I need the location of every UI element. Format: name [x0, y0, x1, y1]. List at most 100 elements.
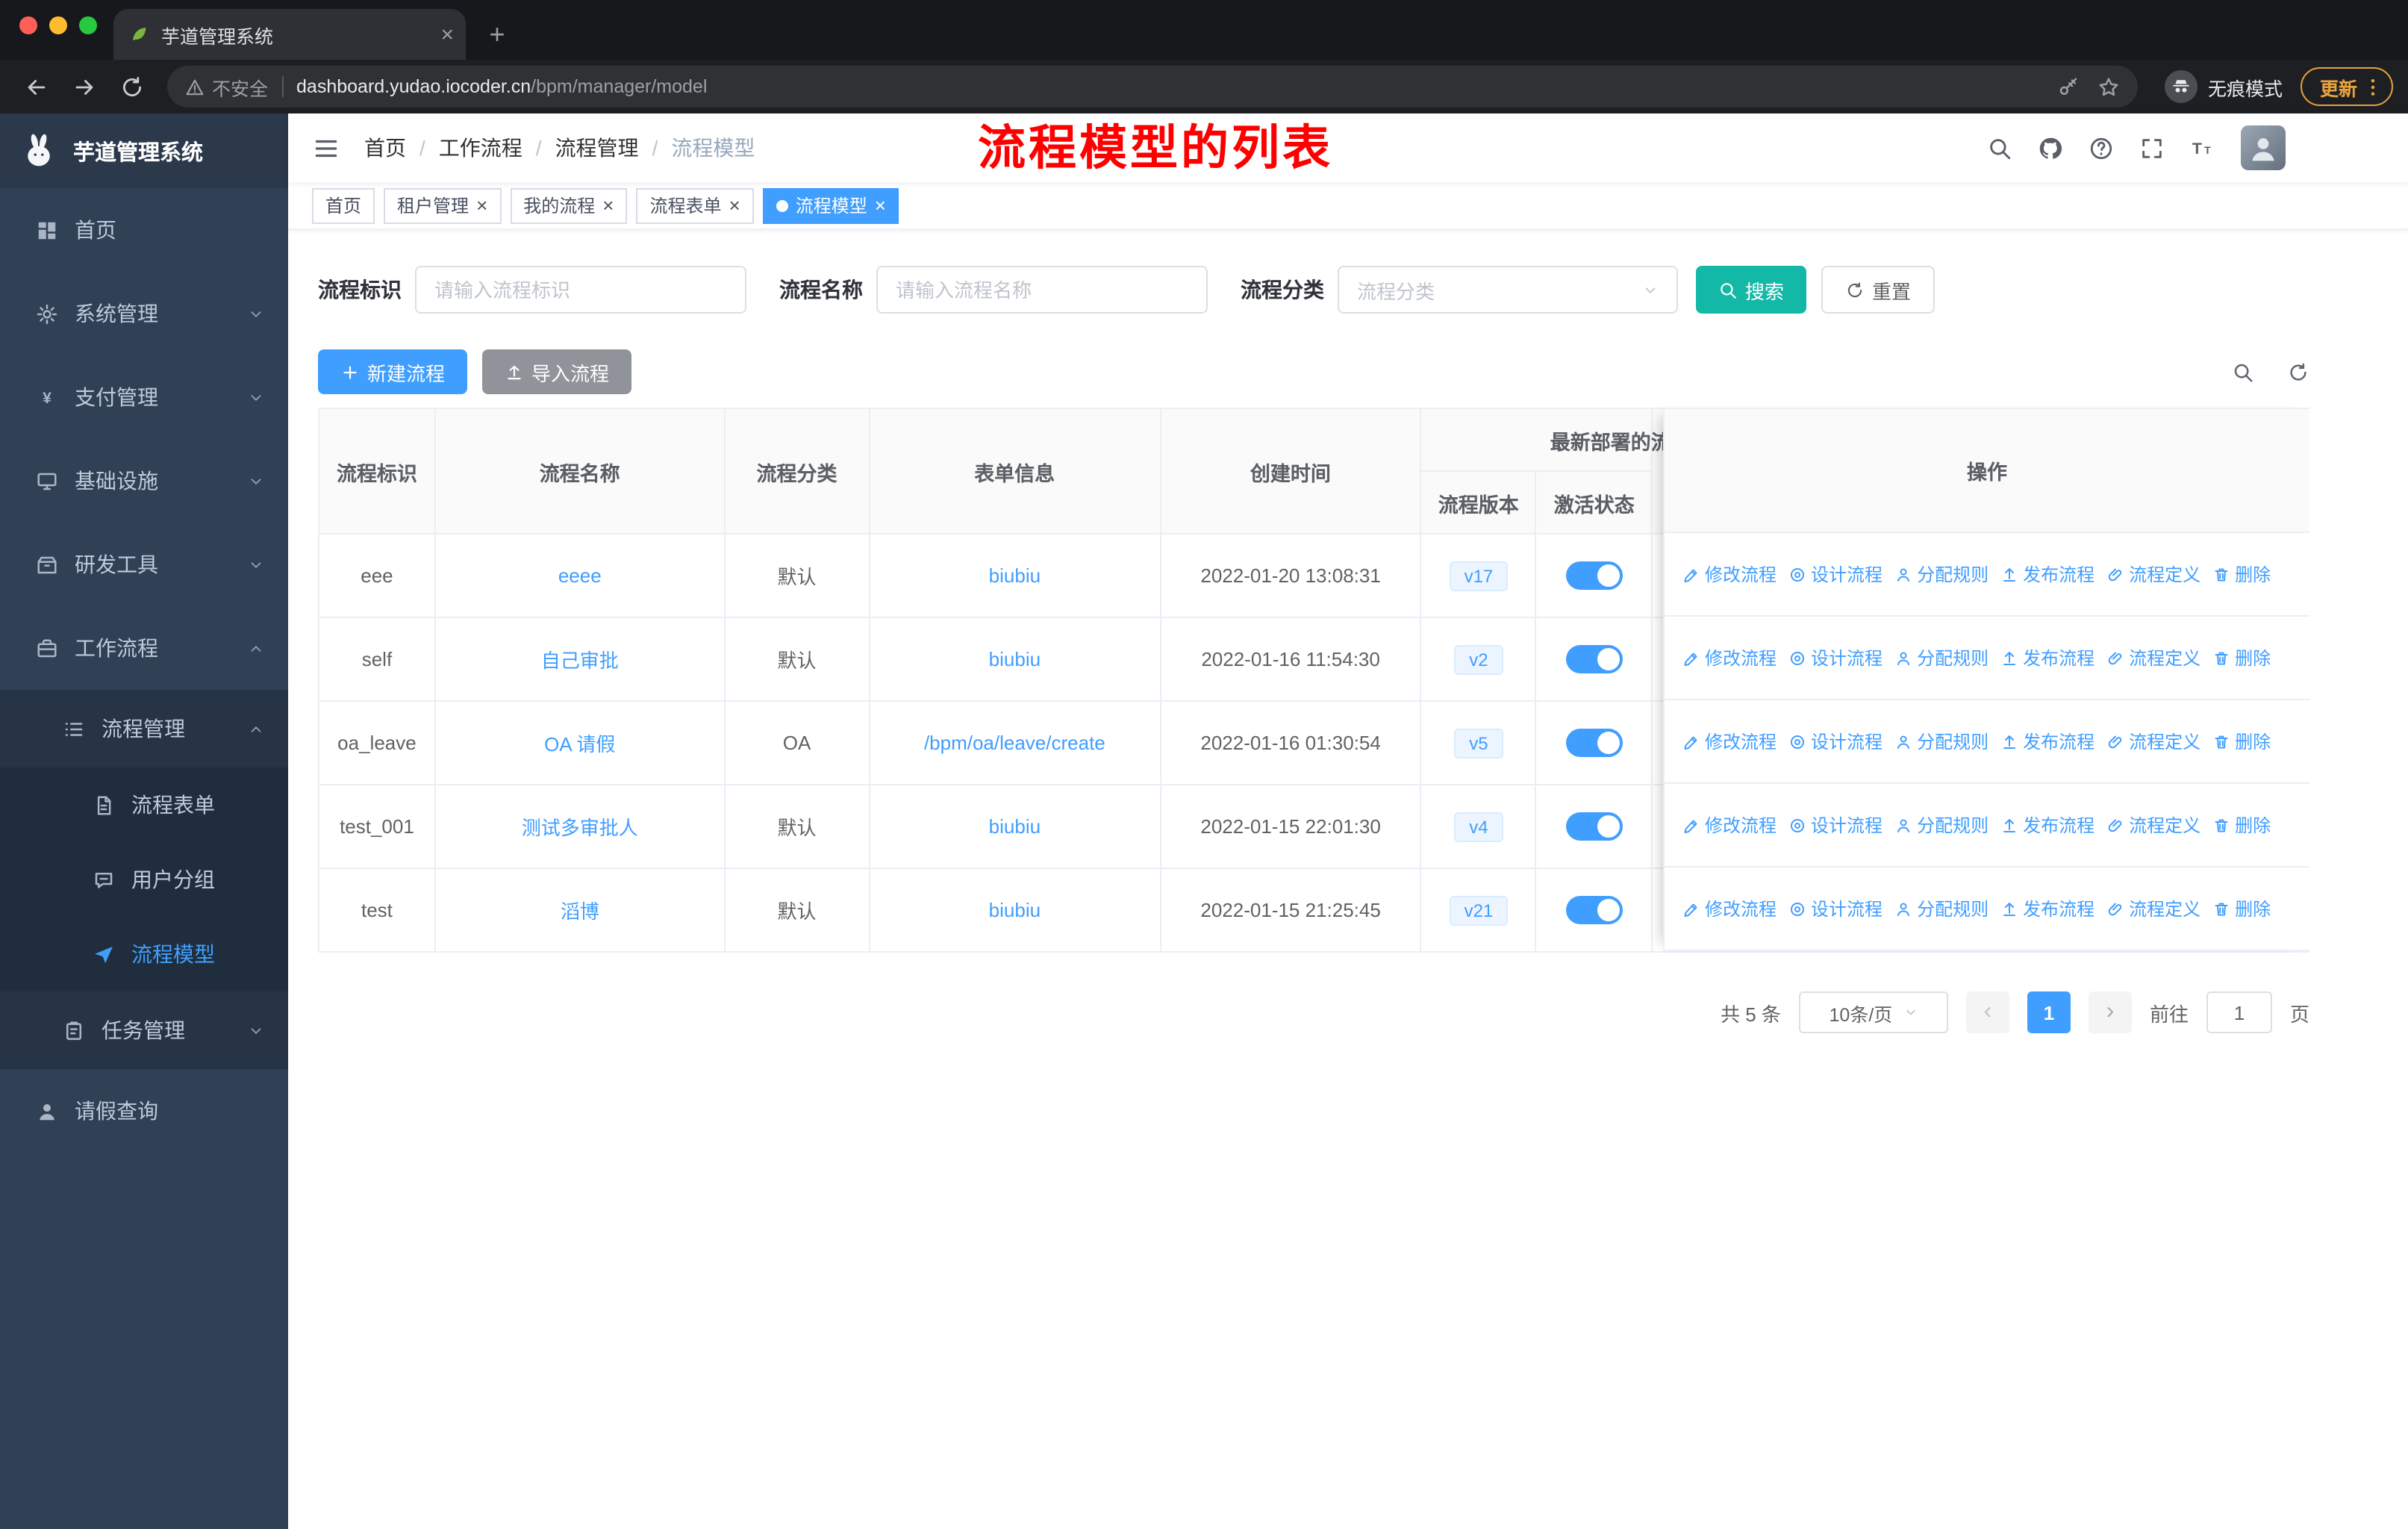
next-page-button[interactable]: ›: [2088, 991, 2132, 1033]
form-info-link[interactable]: biubiu: [989, 564, 1041, 587]
tag-item[interactable]: 我的流程 ×: [510, 187, 628, 223]
model-name-link[interactable]: 测试多审批人: [522, 812, 638, 841]
action-assign-rule[interactable]: 分配规则: [1894, 896, 1989, 921]
active-toggle[interactable]: [1565, 812, 1623, 841]
action-publish-flow[interactable]: 发布流程: [2000, 561, 2094, 587]
sidebar-item-process-form[interactable]: 流程表单: [0, 767, 288, 842]
refresh-table-icon[interactable]: [2287, 361, 2309, 383]
action-flow-definition[interactable]: 流程定义: [2106, 729, 2200, 754]
sidebar-item-process-mgmt[interactable]: 流程管理: [0, 690, 288, 767]
active-toggle[interactable]: [1565, 645, 1623, 673]
action-assign-rule[interactable]: 分配规则: [1894, 645, 1989, 670]
action-publish-flow[interactable]: 发布流程: [2000, 896, 2094, 921]
action-edit-flow[interactable]: 修改流程: [1682, 896, 1777, 921]
action-delete[interactable]: 删除: [2212, 561, 2271, 587]
search-toggle-icon[interactable]: [2232, 361, 2254, 383]
breadcrumb-item[interactable]: 流程管理: [555, 133, 639, 163]
browser-menu-icon[interactable]: [2362, 75, 2384, 98]
sidebar-item-home[interactable]: 首页: [0, 188, 288, 272]
fullscreen-icon[interactable]: [2139, 135, 2165, 161]
sidebar-item-payment[interactable]: ¥ 支付管理: [0, 355, 288, 439]
action-design-flow[interactable]: 设计流程: [1788, 729, 1883, 754]
tag-item[interactable]: 首页: [312, 187, 375, 223]
sidebar-item-infra[interactable]: 基础设施: [0, 439, 288, 523]
category-select[interactable]: 流程分类: [1338, 266, 1678, 314]
active-toggle[interactable]: [1565, 729, 1623, 757]
action-delete[interactable]: 删除: [2212, 896, 2271, 921]
address-bar[interactable]: 不安全 dashboard.yudao.iocoder.cn/bpm/manag…: [167, 66, 2138, 108]
browser-tab[interactable]: 芋道管理系统 ×: [113, 9, 466, 60]
sidebar-toggle-button[interactable]: [312, 134, 340, 162]
action-delete[interactable]: 删除: [2212, 645, 2271, 670]
form-info-link[interactable]: biubiu: [989, 899, 1041, 921]
form-info-link[interactable]: biubiu: [989, 648, 1041, 670]
model-name-link[interactable]: 滔博: [561, 896, 599, 924]
action-edit-flow[interactable]: 修改流程: [1682, 645, 1777, 670]
page-size-select[interactable]: 10条/页: [1798, 991, 1948, 1033]
sidebar-item-devtools[interactable]: 研发工具: [0, 523, 288, 606]
action-edit-flow[interactable]: 修改流程: [1682, 812, 1777, 838]
form-info-link[interactable]: biubiu: [989, 815, 1041, 838]
minimize-window-button[interactable]: [49, 16, 67, 34]
help-icon[interactable]: [2089, 135, 2114, 161]
import-flow-button[interactable]: 导入流程: [482, 349, 632, 394]
tag-close-icon[interactable]: ×: [729, 196, 740, 215]
zoom-window-button[interactable]: [79, 16, 97, 34]
sidebar-item-leave-query[interactable]: 请假查询: [0, 1069, 288, 1153]
sidebar-item-workflow[interactable]: 工作流程: [0, 606, 288, 690]
github-icon[interactable]: [2038, 135, 2063, 161]
search-icon[interactable]: [1987, 135, 2012, 161]
password-key-icon[interactable]: [2057, 75, 2080, 98]
tag-close-icon[interactable]: ×: [602, 196, 614, 215]
tag-close-icon[interactable]: ×: [476, 196, 487, 215]
tag-close-icon[interactable]: ×: [875, 196, 886, 215]
close-window-button[interactable]: [19, 16, 37, 34]
action-flow-definition[interactable]: 流程定义: [2106, 561, 2200, 587]
reset-button[interactable]: 重置: [1821, 266, 1936, 314]
tab-close-icon[interactable]: ×: [440, 23, 454, 46]
back-button[interactable]: [15, 66, 57, 108]
model-name-link[interactable]: OA 请假: [544, 729, 615, 757]
action-design-flow[interactable]: 设计流程: [1788, 561, 1883, 587]
model-name-link[interactable]: eeee: [558, 564, 602, 587]
reload-button[interactable]: [110, 66, 152, 108]
action-design-flow[interactable]: 设计流程: [1788, 896, 1883, 921]
tag-item[interactable]: 流程表单 ×: [636, 187, 754, 223]
action-assign-rule[interactable]: 分配规则: [1894, 812, 1989, 838]
action-flow-definition[interactable]: 流程定义: [2106, 812, 2200, 838]
action-delete[interactable]: 删除: [2212, 812, 2271, 838]
tag-item[interactable]: 租户管理 ×: [384, 187, 502, 223]
sidebar-item-user-group[interactable]: 用户分组: [0, 842, 288, 917]
active-toggle[interactable]: [1565, 896, 1623, 924]
model-name-link[interactable]: 自己审批: [541, 645, 619, 673]
update-button[interactable]: 更新: [2300, 67, 2393, 106]
action-publish-flow[interactable]: 发布流程: [2000, 812, 2094, 838]
bookmark-star-icon[interactable]: [2097, 75, 2120, 98]
action-design-flow[interactable]: 设计流程: [1788, 645, 1883, 670]
tag-item[interactable]: 流程模型 ×: [762, 187, 899, 223]
search-button[interactable]: 搜索: [1696, 266, 1807, 314]
action-publish-flow[interactable]: 发布流程: [2000, 729, 2094, 754]
action-flow-definition[interactable]: 流程定义: [2106, 645, 2200, 670]
app-logo[interactable]: 芋道管理系统: [0, 113, 288, 188]
action-flow-definition[interactable]: 流程定义: [2106, 896, 2200, 921]
action-edit-flow[interactable]: 修改流程: [1682, 561, 1777, 587]
sidebar-item-task-mgmt[interactable]: 任务管理: [0, 991, 288, 1069]
sidebar-item-system[interactable]: 系统管理: [0, 272, 288, 355]
filter-key-input[interactable]: [415, 266, 746, 314]
action-edit-flow[interactable]: 修改流程: [1682, 729, 1777, 754]
page-number-button[interactable]: 1: [2027, 991, 2071, 1033]
action-assign-rule[interactable]: 分配规则: [1894, 729, 1989, 754]
active-toggle[interactable]: [1565, 561, 1623, 590]
breadcrumb-item[interactable]: 工作流程: [439, 133, 523, 163]
sidebar-item-process-model[interactable]: 流程模型: [0, 917, 288, 991]
filter-name-input[interactable]: [876, 266, 1208, 314]
create-flow-button[interactable]: 新建流程: [318, 349, 468, 394]
font-size-icon[interactable]: TT: [2190, 135, 2215, 161]
user-avatar[interactable]: [2241, 125, 2286, 170]
action-design-flow[interactable]: 设计流程: [1788, 812, 1883, 838]
action-delete[interactable]: 删除: [2212, 729, 2271, 754]
forward-button[interactable]: [63, 66, 105, 108]
action-assign-rule[interactable]: 分配规则: [1894, 561, 1989, 587]
action-publish-flow[interactable]: 发布流程: [2000, 645, 2094, 670]
